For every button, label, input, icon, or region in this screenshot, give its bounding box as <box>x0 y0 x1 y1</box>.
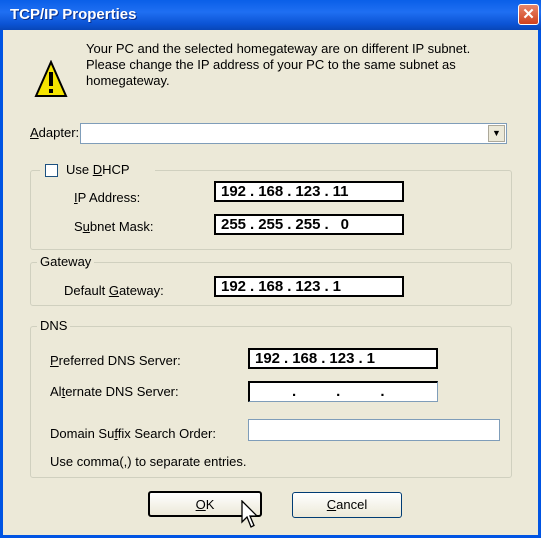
use-dhcp-label[interactable]: Use DHCP <box>66 162 130 177</box>
ip-address-label: IP Address: <box>74 190 141 205</box>
alternate-dns-field[interactable]: ... <box>248 381 438 402</box>
preferred-dns-label: Preferred DNS Server: <box>50 353 181 368</box>
alternate-dns-label: Alternate DNS Server: <box>50 384 179 399</box>
message-line: Please change the IP address of your PC … <box>86 57 456 72</box>
preferred-dns-field[interactable]: 192. 168. 123. 1 <box>248 348 438 369</box>
dialog-title: TCP/IP Properties <box>10 6 137 23</box>
chevron-down-icon[interactable]: ▼ <box>488 125 505 142</box>
default-gateway-field[interactable]: 192. 168. 123. 1 <box>214 276 404 297</box>
dns-legend: DNS <box>37 318 71 333</box>
close-button[interactable]: ✕ <box>518 4 539 25</box>
subnet-mask-label: Subnet Mask: <box>74 219 154 234</box>
cancel-button[interactable]: Cancel <box>292 492 402 518</box>
warning-icon <box>34 60 68 97</box>
use-dhcp-checkbox[interactable] <box>45 164 58 177</box>
subnet-mask-field[interactable]: 255. 255. 255. 0 <box>214 214 404 235</box>
default-gateway-label: Default Gateway: <box>64 283 164 298</box>
message-line: homegateway. <box>86 73 170 88</box>
gateway-legend: Gateway <box>37 254 95 269</box>
domain-suffix-label: Domain Suffix Search Order: <box>50 426 216 441</box>
separator-hint: Use comma(,) to separate entries. <box>50 454 247 469</box>
mouse-cursor-icon <box>241 500 259 528</box>
title-bar[interactable]: TCP/IP Properties ✕ <box>0 0 541 30</box>
adapter-label: Adapter: <box>30 125 80 140</box>
ip-address-field[interactable]: 192. 168. 123. 11 <box>214 181 404 202</box>
adapter-dropdown[interactable]: ▼ <box>80 123 507 144</box>
message-line: Your PC and the selected homegateway are… <box>86 41 471 56</box>
warning-message: Your PC and the selected homegateway are… <box>86 41 526 89</box>
domain-suffix-input[interactable] <box>248 419 500 441</box>
